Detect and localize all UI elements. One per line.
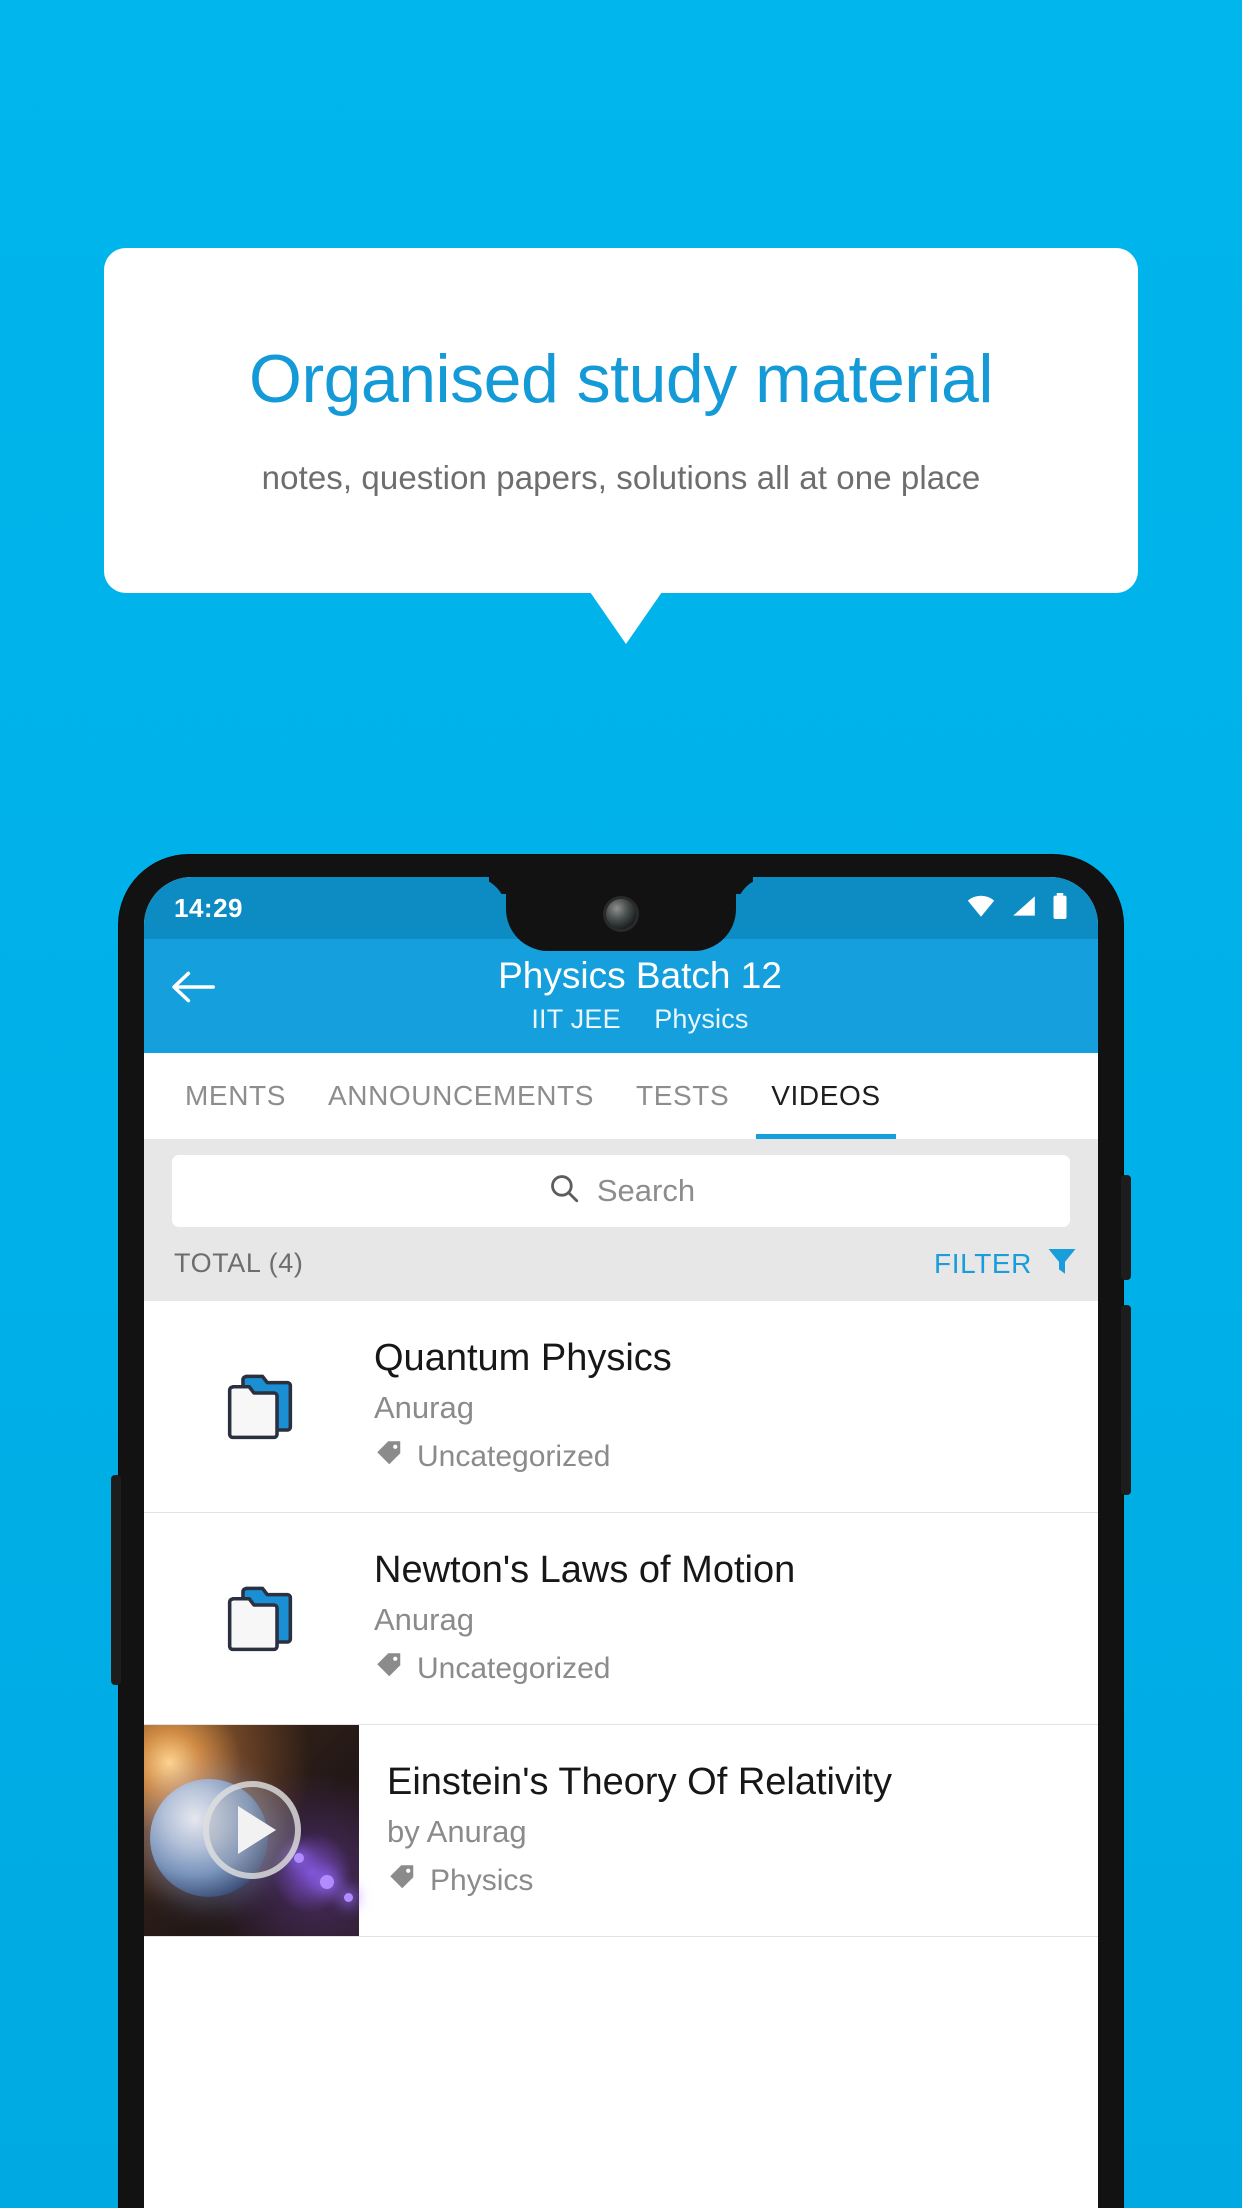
arrow-left-icon[interactable] bbox=[170, 969, 218, 1010]
play-icon[interactable] bbox=[202, 1781, 301, 1880]
phone-button-volume[interactable] bbox=[1121, 1175, 1131, 1280]
battery-icon bbox=[1052, 892, 1068, 924]
tag-label: Physics bbox=[430, 1864, 534, 1898]
promo-subtitle: notes, question papers, solutions all at… bbox=[261, 459, 981, 497]
phone-button-left[interactable] bbox=[111, 1475, 121, 1685]
list-toolbar: TOTAL (4) FILTER bbox=[144, 1226, 1098, 1301]
list-item-title: Quantum Physics bbox=[374, 1336, 672, 1379]
list-item-body: Newton's Laws of Motion Anurag Uncategor… bbox=[374, 1548, 1098, 1689]
list-item-author: Anurag bbox=[374, 1390, 474, 1426]
tag-label: Uncategorized bbox=[417, 1652, 611, 1686]
tab-assignments[interactable]: MENTS bbox=[164, 1053, 307, 1139]
signal-icon bbox=[1010, 894, 1038, 923]
list-item-author: by Anurag bbox=[387, 1814, 527, 1850]
list-item-tag: Uncategorized bbox=[374, 1650, 1078, 1688]
promo-title: Organised study material bbox=[249, 340, 993, 417]
video-thumbnail[interactable] bbox=[144, 1724, 359, 1936]
search-placeholder: Search bbox=[596, 1172, 696, 1208]
subtitle-subject: Physics bbox=[654, 1003, 749, 1034]
search-area: Search bbox=[144, 1138, 1098, 1227]
status-time: 14:29 bbox=[174, 892, 243, 923]
phone-notch bbox=[506, 877, 736, 951]
list-item-title: Einstein's Theory Of Relativity bbox=[387, 1760, 892, 1803]
phone-mockup: 14:29 Physics Batch 12 IIT JEE Physics M… bbox=[111, 855, 1131, 2208]
list-item[interactable]: Einstein's Theory Of Relativity by Anura… bbox=[144, 1724, 1098, 1937]
tag-icon bbox=[387, 1862, 417, 1900]
list-item[interactable]: Quantum Physics Anurag Uncategorized bbox=[144, 1301, 1098, 1513]
list-item-body: Quantum Physics Anurag Uncategorized bbox=[374, 1336, 1098, 1477]
tag-label: Uncategorized bbox=[417, 1440, 611, 1474]
folder-icon bbox=[154, 1581, 374, 1655]
tab-bar: MENTS ANNOUNCEMENTS TESTS VIDEOS bbox=[144, 1052, 1098, 1139]
filter-button[interactable]: FILTER bbox=[934, 1243, 1086, 1284]
front-camera-icon bbox=[606, 899, 636, 929]
search-icon bbox=[547, 1171, 581, 1210]
content-list: Quantum Physics Anurag Uncategorized New… bbox=[144, 1300, 1098, 1937]
promo-bubble: Organised study material notes, question… bbox=[104, 248, 1138, 593]
thumbnail-spark bbox=[344, 1892, 353, 1902]
page-subtitle: IIT JEE Physics bbox=[218, 1004, 1062, 1035]
promo-bubble-tail bbox=[590, 592, 662, 644]
app-bar: Physics Batch 12 IIT JEE Physics bbox=[144, 939, 1098, 1053]
wifi-icon bbox=[966, 894, 996, 923]
tag-icon bbox=[374, 1650, 404, 1688]
funnel-icon bbox=[1044, 1243, 1080, 1284]
tab-tests[interactable]: TESTS bbox=[615, 1053, 750, 1139]
tab-announcements[interactable]: ANNOUNCEMENTS bbox=[307, 1053, 615, 1139]
phone-screen: 14:29 Physics Batch 12 IIT JEE Physics M… bbox=[144, 877, 1098, 2208]
list-item-title: Newton's Laws of Motion bbox=[374, 1548, 796, 1591]
total-count-label: TOTAL (4) bbox=[174, 1248, 304, 1279]
list-item-author: Anurag bbox=[374, 1602, 474, 1638]
list-item-body: Einstein's Theory Of Relativity by Anura… bbox=[359, 1725, 1098, 1936]
subtitle-exam: IIT JEE bbox=[531, 1003, 621, 1034]
list-item-tag: Uncategorized bbox=[374, 1438, 1078, 1476]
search-input[interactable]: Search bbox=[172, 1154, 1070, 1227]
list-item-tag: Physics bbox=[387, 1862, 1078, 1900]
tag-icon bbox=[374, 1438, 404, 1476]
page-title: Physics Batch 12 bbox=[498, 955, 782, 996]
tab-videos[interactable]: VIDEOS bbox=[750, 1053, 901, 1139]
thumbnail-spark bbox=[294, 1852, 304, 1863]
folder-icon bbox=[154, 1369, 374, 1443]
list-item[interactable]: Newton's Laws of Motion Anurag Uncategor… bbox=[144, 1513, 1098, 1725]
status-icons bbox=[966, 892, 1068, 924]
phone-button-power[interactable] bbox=[1121, 1305, 1131, 1495]
filter-label: FILTER bbox=[934, 1247, 1032, 1279]
app-bar-titles: Physics Batch 12 IIT JEE Physics bbox=[218, 955, 1072, 1035]
thumbnail-spark bbox=[320, 1874, 334, 1889]
